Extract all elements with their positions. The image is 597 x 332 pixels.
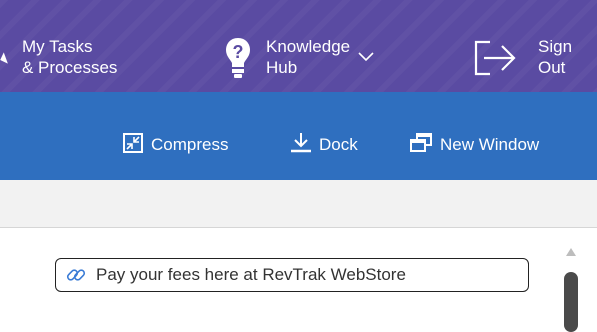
dock-label: Dock [319, 135, 358, 154]
compress-icon [122, 132, 144, 159]
scrollbar-thumb[interactable] [564, 272, 578, 332]
new-window-icon [409, 132, 433, 159]
my-tasks-label: My Tasks & Processes [22, 37, 118, 77]
scroll-up-arrow-icon[interactable] [566, 248, 576, 256]
knowledge-hub-label: Knowledge Hub [266, 37, 351, 77]
top-navigation-bar: My Tasks & Processes ? Knowledge Hub Sig… [0, 0, 597, 92]
compress-button[interactable]: Compress [122, 132, 229, 159]
my-tasks-processes-link[interactable]: My Tasks & Processes [22, 36, 117, 78]
nav-left-caret-icon[interactable] [0, 52, 8, 66]
dock-icon [290, 132, 312, 159]
chevron-down-icon [358, 49, 374, 67]
sign-out-arrow-icon[interactable] [472, 38, 520, 78]
sign-out-label: Sign Out [538, 37, 573, 77]
compress-label: Compress [151, 135, 229, 154]
sign-out-link[interactable]: Sign Out [538, 36, 572, 78]
knowledge-hub-menu[interactable]: Knowledge Hub [266, 36, 374, 78]
dock-button[interactable]: Dock [290, 132, 358, 159]
link-icon [66, 265, 86, 285]
svg-text:?: ? [233, 42, 244, 62]
header-strip [0, 180, 597, 228]
link-text: Pay your fees here at RevTrak WebStore [96, 265, 406, 284]
new-window-label: New Window [440, 135, 540, 154]
window-toolbar: Compress Dock New Window [0, 92, 597, 180]
lightbulb-question-icon[interactable]: ? [224, 36, 252, 80]
content-area: Pay your fees here at RevTrak WebStore [0, 228, 597, 332]
vertical-scrollbar[interactable] [560, 240, 582, 332]
new-window-button[interactable]: New Window [409, 132, 540, 159]
revtrak-webstore-link[interactable]: Pay your fees here at RevTrak WebStore [55, 258, 529, 292]
